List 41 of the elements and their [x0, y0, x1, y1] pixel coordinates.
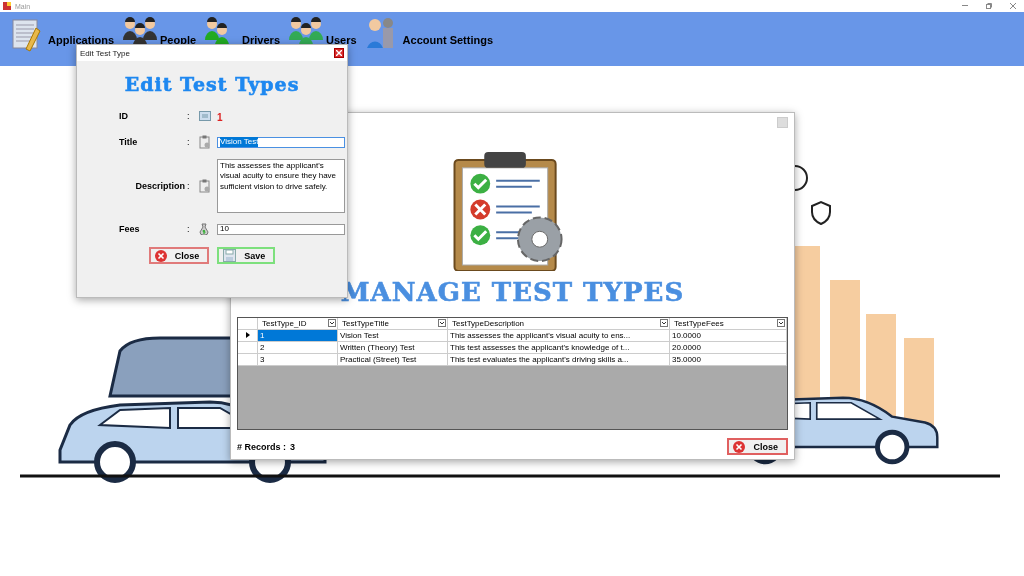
- input-field[interactable]: This assesses the applicant's visual acuity to ensure they have sufficient vision to drive safely.: [217, 159, 345, 213]
- restore-icon[interactable]: [986, 3, 992, 9]
- cancel-icon: [154, 249, 167, 262]
- manage-heading: MANAGE TEST TYPES: [339, 276, 686, 307]
- id-card-icon: [199, 111, 211, 121]
- dropdown-icon[interactable]: [660, 319, 668, 328]
- colon-text: :: [187, 224, 191, 234]
- colon-text: :: [187, 181, 191, 191]
- column-header[interactable]: TestTypeTitle: [338, 317, 448, 330]
- edit-heading: Edit Test Types: [123, 73, 301, 95]
- column-header[interactable]: TestType_ID: [258, 317, 338, 330]
- column-header[interactable]: TestTypeFees: [670, 317, 787, 330]
- close-button[interactable]: Close: [727, 438, 788, 455]
- close-icon[interactable]: [1010, 3, 1016, 9]
- app-icon: [3, 2, 11, 10]
- field-label: Title: [118, 137, 139, 147]
- records-label: # Records :: [237, 441, 287, 452]
- cancel-icon: [733, 440, 746, 453]
- input-field[interactable]: Vision Test: [217, 136, 345, 148]
- dropdown-icon[interactable]: [438, 319, 446, 328]
- dropdown-icon[interactable]: [777, 319, 785, 328]
- input-field[interactable]: 10: [217, 223, 345, 235]
- dropdown-icon[interactable]: [328, 319, 336, 328]
- menu-item[interactable]: Account Settings: [364, 16, 494, 52]
- id-value: 1: [217, 112, 223, 123]
- clipboard-gear-icon: [199, 179, 211, 193]
- field-label: Description: [134, 181, 185, 191]
- field-label: ID: [118, 111, 129, 121]
- current-row-icon: [245, 332, 250, 339]
- save-button[interactable]: Save: [217, 247, 276, 264]
- field-label: Fees: [118, 224, 141, 234]
- colon-text: :: [187, 111, 191, 121]
- minimize-icon[interactable]: [962, 5, 968, 7]
- clipboard-gear-icon: [199, 135, 211, 149]
- column-header[interactable]: TestTypeDescription: [448, 317, 670, 330]
- money-bag-icon: [199, 223, 209, 235]
- colon-text: :: [187, 137, 191, 147]
- grid-corner-header: [238, 317, 258, 330]
- close-button[interactable]: [334, 48, 344, 58]
- close-button[interactable]: Close: [148, 247, 210, 264]
- records-count: 3: [290, 441, 296, 452]
